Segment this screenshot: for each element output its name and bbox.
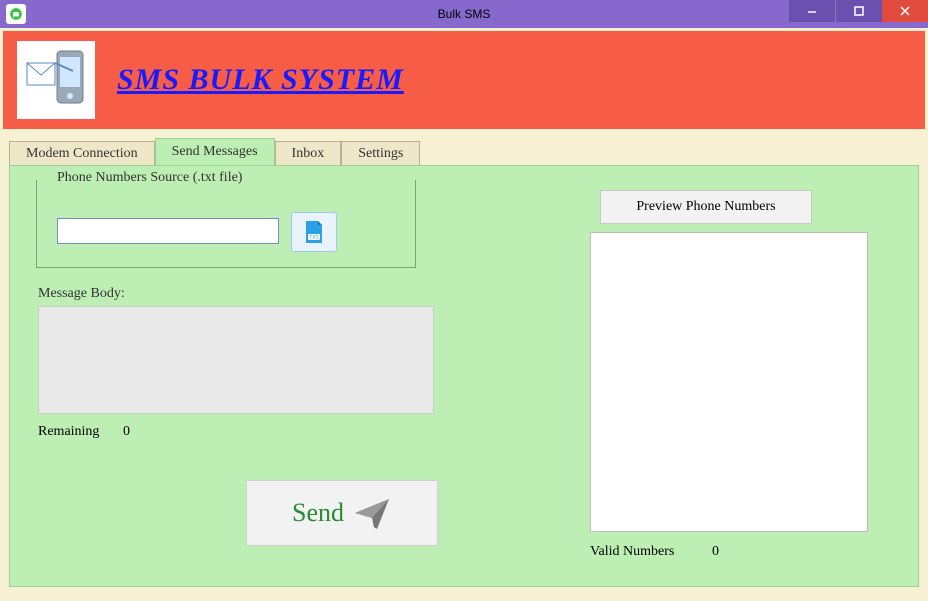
close-icon: [900, 6, 910, 16]
phone-source-input[interactable]: [57, 218, 279, 244]
phone-source-group: Phone Numbers Source (.txt file) TXT: [36, 180, 416, 268]
banner-logo: [17, 41, 95, 119]
send-button-label: Send: [292, 498, 344, 528]
tab-modem-connection[interactable]: Modem Connection: [9, 141, 155, 166]
remaining-value: 0: [123, 424, 130, 440]
minimize-button[interactable]: [789, 0, 836, 22]
txt-file-icon: TXT: [301, 219, 327, 245]
phone-mail-icon: [21, 45, 91, 115]
preview-numbers-label: Preview Phone Numbers: [636, 199, 775, 215]
maximize-button[interactable]: [836, 0, 882, 22]
tab-settings[interactable]: Settings: [341, 141, 420, 166]
maximize-icon: [854, 6, 864, 16]
banner-title: SMS BULK SYSTEM: [117, 63, 404, 97]
app-icon: [6, 4, 26, 24]
close-button[interactable]: [882, 0, 928, 22]
phone-source-label: Phone Numbers Source (.txt file): [51, 170, 248, 186]
tabstrip: Modem Connection Send Messages Inbox Set…: [3, 139, 925, 165]
send-messages-panel: Phone Numbers Source (.txt file) TXT Mes…: [9, 165, 919, 587]
valid-numbers-label: Valid Numbers: [590, 544, 674, 560]
paper-plane-icon: [352, 493, 392, 533]
minimize-icon: [807, 6, 817, 16]
window-title: Bulk SMS: [438, 7, 491, 21]
titlebar: Bulk SMS: [0, 0, 928, 28]
preview-numbers-button[interactable]: Preview Phone Numbers: [600, 190, 812, 224]
tab-send-messages[interactable]: Send Messages: [155, 138, 275, 165]
preview-numbers-list[interactable]: [590, 232, 868, 532]
svg-text:TXT: TXT: [309, 235, 318, 241]
banner: SMS BULK SYSTEM: [3, 31, 925, 129]
remaining-label: Remaining: [38, 424, 99, 440]
valid-numbers-value: 0: [712, 544, 719, 560]
browse-file-button[interactable]: TXT: [291, 212, 337, 252]
tab-inbox[interactable]: Inbox: [275, 141, 342, 166]
send-button[interactable]: Send: [246, 480, 438, 546]
message-body-input[interactable]: [38, 306, 434, 414]
message-body-label: Message Body:: [38, 286, 125, 302]
